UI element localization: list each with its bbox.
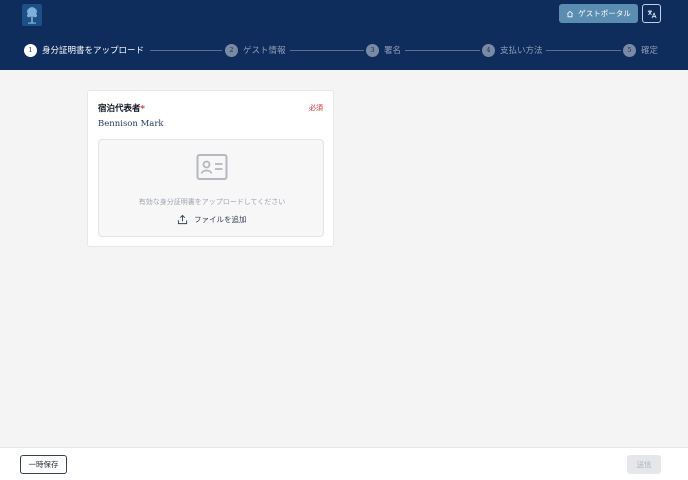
- upload-icon: [177, 214, 188, 225]
- step-connector: [150, 50, 222, 51]
- brand-logo: [22, 4, 42, 26]
- step-label: 確定: [641, 46, 659, 56]
- add-file-button[interactable]: ファイルを追加: [177, 214, 247, 225]
- step-connector: [546, 50, 621, 51]
- primary-guest-card: 宿泊代表者* 必須 Bennison Mark 有効な身分証明書をアップロードし…: [87, 90, 334, 247]
- guest-portal-label: ゲストポータル: [578, 9, 631, 18]
- step-payment: 4 支払い方法: [482, 43, 543, 57]
- step-label: ゲスト情報: [243, 46, 286, 56]
- save-draft-button[interactable]: 一時保存: [20, 455, 67, 474]
- step-label: 署名: [384, 46, 402, 56]
- required-asterisk: *: [140, 104, 145, 114]
- upload-hint: 有効な身分証明書をアップロードしてください: [138, 198, 286, 206]
- id-upload-dropzone[interactable]: 有効な身分証明書をアップロードしてください ファイルを追加: [98, 139, 324, 237]
- step-number: 3: [366, 43, 379, 57]
- translate-icon: [647, 9, 657, 18]
- step-connector: [290, 50, 364, 51]
- step-confirm: 5 確定: [623, 43, 658, 57]
- card-title-text: 宿泊代表者: [98, 104, 141, 114]
- step-upload-id: 1 身分証明書をアップロード: [24, 43, 144, 57]
- step-guest-info: 2 ゲスト情報: [225, 43, 286, 57]
- id-card-icon: [196, 154, 228, 180]
- home-icon: [567, 10, 574, 17]
- guest-portal-button[interactable]: ゲストポータル: [559, 4, 638, 23]
- card-title: 宿泊代表者*: [98, 102, 145, 114]
- step-signature: 3 署名: [366, 43, 401, 57]
- step-number: 4: [482, 43, 495, 57]
- submit-button[interactable]: 送信: [627, 455, 661, 474]
- footer-bar: 一時保存 送信: [0, 447, 688, 480]
- guest-name: Bennison Mark: [98, 119, 164, 129]
- add-file-label: ファイルを追加: [194, 215, 247, 224]
- required-badge: 必須: [309, 104, 323, 112]
- language-button[interactable]: [642, 4, 661, 23]
- step-label: 身分証明書をアップロード: [42, 46, 145, 56]
- step-number: 2: [225, 43, 238, 57]
- step-connector: [405, 50, 480, 51]
- top-header: ゲストポータル 1 身分証明書をアップロード 2 ゲスト情報 3 署名 4 支払…: [0, 0, 688, 70]
- progress-stepper: 1 身分証明書をアップロード 2 ゲスト情報 3 署名 4 支払い方法 5 確定: [24, 43, 664, 57]
- step-number: 1: [24, 43, 37, 57]
- step-label: 支払い方法: [500, 46, 543, 56]
- step-number: 5: [623, 43, 636, 57]
